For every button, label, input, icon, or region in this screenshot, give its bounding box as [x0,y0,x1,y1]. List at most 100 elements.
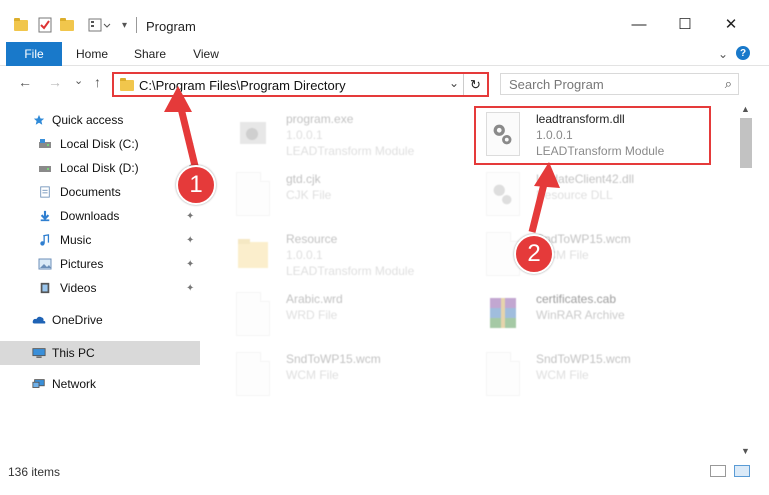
generic-file-icon [486,352,520,396]
drive-icon [39,139,51,148]
sidebar-item-quick-access[interactable]: Quick access [0,108,200,132]
sidebar-item-label: Pictures [60,257,104,271]
file-description: LEADTransform Module [286,144,415,158]
file-item[interactable]: Resource 1.0.0.1 LEADTransform Module [224,228,464,284]
file-type: WRD File [286,308,338,322]
sidebar-item-label: Quick access [52,113,124,127]
file-name: gtd.cjk [286,172,321,186]
pictures-icon [38,258,52,270]
details-view-icon[interactable] [710,465,726,477]
sidebar-item-pictures[interactable]: Pictures ✦ [0,252,200,276]
search-icon[interactable]: ⌕ [725,76,732,92]
file-item[interactable]: certificates.cab WinRAR Archive [474,288,714,344]
sidebar-item-this-pc[interactable]: This PC [0,341,200,365]
file-version: 1.0.0.1 [286,128,323,142]
file-type: CJK File [286,188,332,202]
file-item[interactable]: Arabic.wrd WRD File [224,288,464,344]
window-title: Program [146,19,196,34]
folder-icon [120,78,134,91]
sidebar-item-label: Documents [60,185,121,199]
pin-icon: ✦ [186,282,195,294]
exe-icon [236,112,270,156]
forward-button[interactable]: → [48,74,62,90]
sidebar-item-documents[interactable]: Documents ✦ [0,180,200,204]
drive-icon [39,166,51,172]
tab-share[interactable]: Share [128,42,172,66]
computer-icon [32,348,46,358]
sidebar-item-label: Network [52,377,97,391]
large-icons-view-icon[interactable] [734,465,750,477]
sidebar-item-network[interactable]: Network [0,372,200,396]
pin-icon: ✦ [186,234,195,246]
star-icon [33,114,45,125]
sidebar-item-label: Music [60,233,92,247]
item-count: 136 items [8,465,61,479]
sidebar-item-label: Local Disk (C:) [60,137,139,151]
sidebar-item-videos[interactable]: Videos ✦ [0,276,200,300]
close-button[interactable]: ✕ [716,12,746,36]
maximize-button[interactable]: ☐ [670,12,700,36]
cloud-icon [32,316,46,324]
tab-home[interactable]: Home [70,42,114,66]
sidebar-item-label: Downloads [60,209,120,223]
help-icon[interactable]: ? [736,46,750,60]
title-divider [136,17,137,33]
quick-access-dropdown-icon[interactable]: ▾ [122,16,127,34]
tab-view[interactable]: View [186,42,226,66]
address-bar[interactable]: C:\Program Files\Program Directory ⌄ ↻ [112,72,489,97]
minimize-button[interactable]: — [624,12,654,36]
address-dropdown-icon[interactable]: ⌄ [449,76,459,90]
file-item[interactable]: UpdateClient42.dll Resource DLL [474,168,714,224]
file-item[interactable]: program.exe 1.0.0.1 LEADTransform Module [224,108,464,164]
highlight-box [474,106,711,165]
scroll-up-icon[interactable]: ▲ [741,104,750,114]
search-input[interactable]: Search Program ⌕ [500,73,739,95]
file-type: WinRAR Archive [536,308,625,322]
file-item[interactable]: SndToWP15.wcm WCM File [224,348,464,404]
sidebar-item-music[interactable]: Music ✦ [0,228,200,252]
scroll-thumb[interactable] [740,118,752,168]
documents-icon [40,186,50,198]
file-name: certificates.cab [536,292,617,306]
customize-toolbar-icon[interactable] [88,16,112,34]
properties-icon[interactable] [38,16,52,34]
sidebar-item-local-disk-d[interactable]: Local Disk (D:) ✦ [0,156,200,180]
file-name: UpdateClient42.dll [536,172,635,186]
vertical-scrollbar[interactable]: ▲ ▼ [739,104,753,460]
refresh-button[interactable]: ↻ [463,74,487,95]
file-item[interactable]: gtd.cjk CJK File [224,168,464,224]
file-description: LEADTransform Module [286,264,415,278]
pin-icon: ✦ [186,210,195,222]
new-folder-icon[interactable] [60,16,74,34]
sidebar-item-label: OneDrive [52,313,103,327]
sidebar-item-label: Local Disk (D:) [60,161,139,175]
ribbon-tabs: File Home Share View ⌄ ? [0,42,769,66]
recent-locations-button[interactable]: ⌄ [74,74,83,87]
videos-icon [40,282,50,294]
file-name: Arabic.wrd [286,292,343,306]
generic-file-icon [236,352,270,396]
sidebar-item-local-disk-c[interactable]: Local Disk (C:) ✦ [0,132,200,156]
pin-icon: ✦ [186,138,195,150]
file-type: WCM File [536,368,589,382]
expand-ribbon-icon[interactable]: ⌄ [716,42,730,66]
tab-file[interactable]: File [6,42,62,66]
back-button[interactable]: ← [18,74,32,90]
file-name: SndToWP15.wcm [536,352,631,366]
generic-file-icon [236,172,270,216]
sidebar-item-onedrive[interactable]: OneDrive [0,308,200,332]
generic-file-icon [236,292,270,336]
file-version: 1.0.0.1 [286,248,323,262]
network-icon [32,379,45,388]
file-type: Resource DLL [536,188,613,202]
step-2-badge: 2 [514,234,554,274]
scroll-down-icon[interactable]: ▼ [741,446,750,456]
title-bar: ▾ Program — ☐ ✕ [0,0,769,42]
file-item[interactable]: SndToWP15.wcm WCM File [474,348,714,404]
address-path[interactable]: C:\Program Files\Program Directory [139,78,346,93]
sidebar-item-downloads[interactable]: Downloads ✦ [0,204,200,228]
file-item[interactable]: SndToWP15.wcm WCM File [474,228,714,284]
download-icon [40,210,50,222]
up-button[interactable]: ↑ [94,74,101,90]
status-bar: 136 items [0,460,769,495]
